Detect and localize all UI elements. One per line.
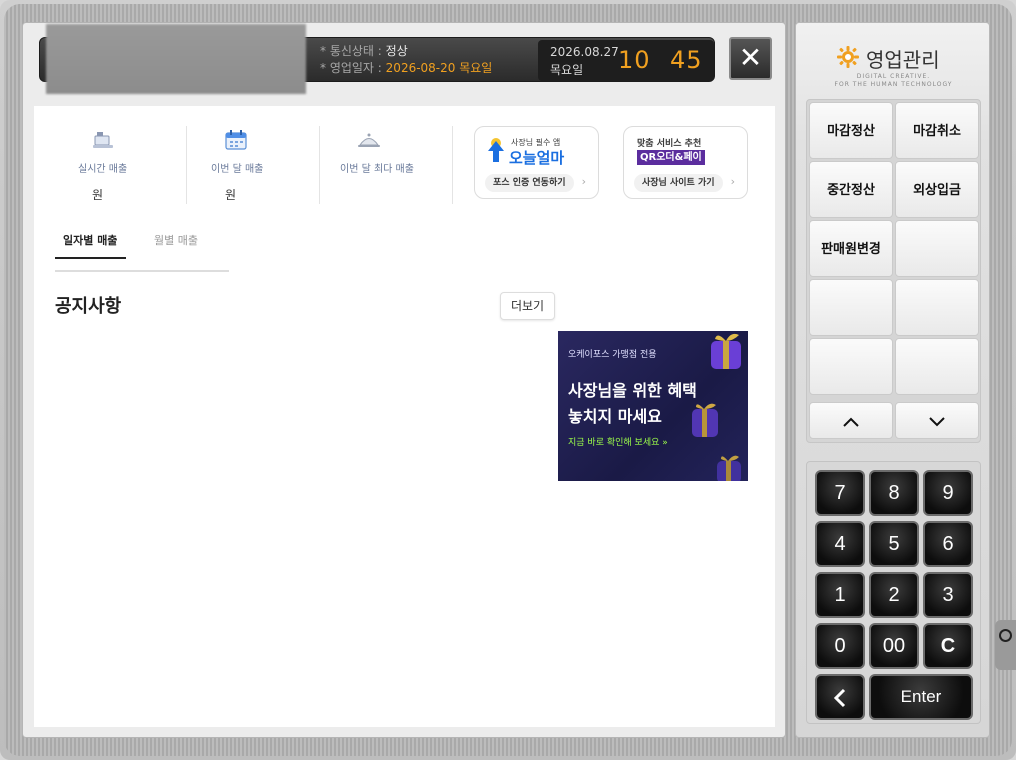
promo-brand: QR오더&페이 [637, 150, 705, 165]
empty-function-button[interactable] [809, 279, 893, 336]
backspace-key[interactable]: < [815, 674, 865, 720]
more-button[interactable]: 더보기 [500, 292, 555, 320]
gift-icon [717, 455, 741, 481]
key-00[interactable]: 00 [869, 623, 919, 669]
gift-icon [692, 403, 718, 437]
key-2[interactable]: 2 [869, 572, 919, 618]
stat-label: 이번 달 최다 매출 [340, 164, 414, 175]
comm-status-value: 정상 [385, 44, 408, 58]
empty-function-button[interactable] [895, 279, 979, 336]
key-9[interactable]: 9 [923, 470, 973, 516]
status-bar: * 통신상태 : 정상 * 영업일자 : 2026-08-20 목요일 2026… [39, 24, 715, 94]
banner-headline-2: 놓치지 마세요 [568, 407, 662, 426]
page-down-button[interactable] [895, 402, 979, 439]
stat-month-sales: 이번 달 매출 원 [185, 130, 317, 204]
key-5[interactable]: 5 [869, 521, 919, 567]
enter-key[interactable]: Enter [869, 674, 973, 720]
key-6[interactable]: 6 [923, 521, 973, 567]
content-area: 실시간 매출 원 이번 달 매출 원 이번 달 최다 매출 사장님 필수 앱 오… [34, 106, 775, 727]
chevron-right-icon: › [581, 175, 586, 188]
store-name-blurred [46, 24, 306, 94]
business-date-label: * 영업일자 : [320, 61, 382, 75]
calendar-icon [225, 130, 247, 150]
clock-hour: 10 [618, 46, 651, 74]
register-icon [93, 132, 113, 148]
brand-header: 영업관리 [836, 44, 976, 74]
promo-top-text: 맞춤 서비스 추천 [637, 139, 702, 149]
function-button-grid: 마감정산 마감취소 중간정산 외상입금 판매원변경 [806, 99, 981, 443]
status-info: * 통신상태 : 정상 * 영업일자 : 2026-08-20 목요일 [320, 43, 492, 77]
close-icon: ✕ [738, 41, 763, 74]
stat-realtime-sales: 실시간 매출 원 [52, 130, 184, 204]
promo-cta: 사장님 사이트 가기 [634, 174, 723, 192]
handle-icon [999, 629, 1012, 642]
cloche-icon [358, 133, 380, 147]
tab-monthly-sales[interactable]: 월별 매출 [154, 232, 198, 248]
brand-tagline-line2: FOR THE HUMAN TECHNOLOGY [834, 81, 953, 88]
chevron-left-icon [833, 688, 846, 708]
stat-month-top-sales: 이번 달 최다 매출 [318, 130, 450, 204]
key-3[interactable]: 3 [923, 572, 973, 618]
notice-title: 공지사항 [55, 296, 122, 317]
right-panel: 영업관리 DIGITAL CREATIVE. FOR THE HUMAN TEC… [795, 22, 990, 738]
promo-banner[interactable]: 오케이포스 가맹점 전용 사장님을 위한 혜택 놓치지 마세요 지금 바로 확인… [558, 331, 748, 481]
credit-deposit-button[interactable]: 외상입금 [895, 161, 979, 218]
promo-cta: 포스 인증 연동하기 [485, 174, 574, 192]
brand-tagline-line1: DIGITAL CREATIVE. [856, 73, 931, 80]
main-panel: * 통신상태 : 정상 * 영업일자 : 2026-08-20 목요일 2026… [22, 22, 786, 738]
business-date-value: 2026-08-20 목요일 [385, 61, 493, 75]
gear-logo-icon [837, 46, 859, 68]
brand-title: 영업관리 [866, 48, 940, 72]
clock-minute: 45 [670, 46, 703, 74]
tab-daily-sales[interactable]: 일자별 매출 [63, 232, 117, 248]
gift-icon [711, 333, 741, 369]
current-day: 목요일 [550, 63, 584, 77]
empty-function-button[interactable] [809, 338, 893, 395]
key-4[interactable]: 4 [815, 521, 865, 567]
clock: 2026.08.27 목요일 10 45 [538, 40, 714, 81]
comm-status-label: * 통신상태 : [320, 44, 382, 58]
key-7[interactable]: 7 [815, 470, 865, 516]
tab-divider [55, 270, 229, 272]
side-handle[interactable] [995, 620, 1016, 670]
chevron-up-icon [843, 417, 859, 427]
current-date: 2026.08.27 [550, 45, 619, 59]
change-salesperson-button[interactable]: 판매원변경 [809, 220, 893, 277]
banner-small-text: 오케이포스 가맹점 전용 [568, 350, 657, 360]
empty-function-button[interactable] [895, 338, 979, 395]
banner-cta: 지금 바로 확인해 보세요 » [568, 438, 668, 448]
arrow-up-icon [488, 138, 504, 162]
stat-label: 이번 달 매출 [211, 164, 264, 175]
chevron-right-icon: › [730, 175, 735, 188]
page-up-button[interactable] [809, 402, 893, 439]
cancel-settlement-button[interactable]: 마감취소 [895, 102, 979, 159]
stat-value: 원 [225, 188, 237, 202]
banner-headline-1: 사장님을 위한 혜택 [568, 381, 697, 400]
close-settlement-button[interactable]: 마감정산 [809, 102, 893, 159]
numeric-keypad: 7 8 9 4 5 6 1 2 3 0 00 C < Enter [806, 461, 981, 724]
promo-brand: 오늘얼마 [509, 149, 565, 167]
close-button[interactable]: ✕ [729, 37, 772, 80]
key-8[interactable]: 8 [869, 470, 919, 516]
key-0[interactable]: 0 [815, 623, 865, 669]
promo-card-oneul[interactable]: 사장님 필수 앱 오늘얼마 포스 인증 연동하기 › [474, 126, 599, 199]
divider [452, 126, 453, 204]
promo-card-qr[interactable]: 맞춤 서비스 추천 QR오더&페이 사장님 사이트 가기 › [623, 126, 748, 199]
tab-active-indicator [55, 257, 126, 259]
clear-key[interactable]: C [923, 623, 973, 669]
stat-label: 실시간 매출 [78, 164, 128, 175]
stat-value: 원 [92, 188, 104, 202]
chevron-down-icon [929, 417, 945, 427]
interim-settlement-button[interactable]: 중간정산 [809, 161, 893, 218]
brand-tagline: DIGITAL CREATIVE. FOR THE HUMAN TECHNOLO… [796, 73, 991, 89]
key-1[interactable]: 1 [815, 572, 865, 618]
empty-function-button[interactable] [895, 220, 979, 277]
